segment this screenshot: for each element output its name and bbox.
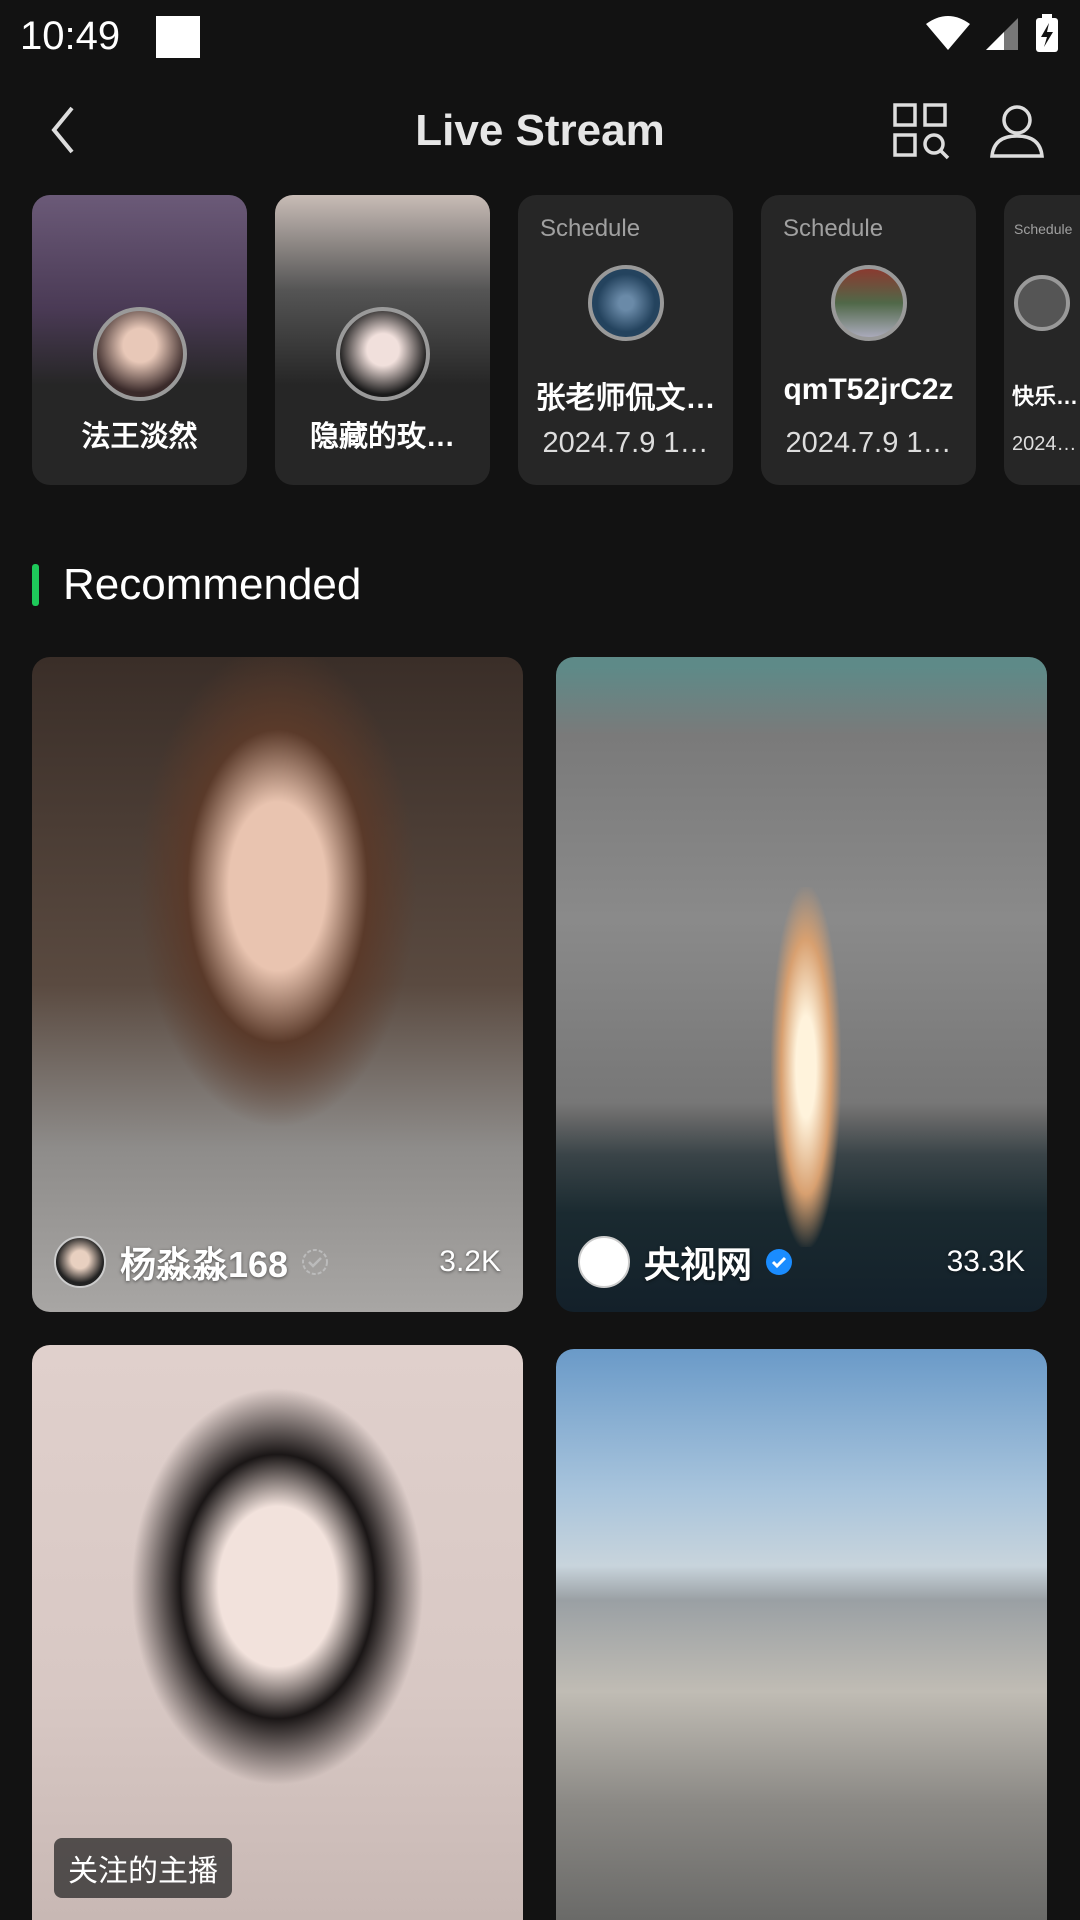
streamer-name: 法王淡然 [81,421,198,453]
schedule-name: 快乐… [1012,384,1079,409]
stream-tile[interactable]: 央视网 33.3K [556,657,1047,1312]
video-frame [771,887,841,1247]
schedule-date: 2024.7.9 1… [542,427,709,459]
cctv-logo [578,1236,630,1288]
live-card[interactable]: 隐藏的玫… [275,195,490,485]
wifi-icon [926,16,970,50]
streamer-name: 杨淼淼168 [120,1244,289,1285]
avatar [587,265,664,341]
streamer-name: 隐藏的玫… [309,421,455,453]
status-bar: 10:49 [0,0,1080,72]
section-title: Recommended [63,560,362,609]
schedule-label: Schedule [783,215,884,242]
avatar [1014,275,1070,331]
viewer-count: 33.3K [946,1245,1025,1278]
avatar [830,265,907,341]
battery-charging-icon [1036,14,1058,52]
stream-tile[interactable] [556,1349,1047,1920]
schedule-card[interactable]: Schedule 快乐… 2024… [1004,195,1080,485]
followed-label: 关注的主播 [54,1838,232,1898]
live-row: 法王淡然 隐藏的玫… Schedule 张老师侃文… 2024.7.9 1… S… [32,195,1080,485]
schedule-label: Schedule [1014,221,1073,237]
header: Live Stream [0,80,1080,180]
live-card[interactable]: 法王淡然 [32,195,247,485]
schedule-name: qmT52jrC2z [783,373,954,406]
schedule-card[interactable]: Schedule 张老师侃文… 2024.7.9 1… [518,195,733,485]
signal-icon [986,18,1018,50]
viewer-count: 3.2K [439,1245,501,1278]
user-profile-icon[interactable] [988,102,1046,160]
schedule-card[interactable]: Schedule qmT52jrC2z 2024.7.9 1… [761,195,976,485]
schedule-name: 张老师侃文… [535,382,716,415]
section-accent [32,564,39,606]
avatar [54,1236,106,1288]
scan-search-icon[interactable] [892,102,950,160]
section-header: Recommended [32,560,361,610]
streamer-name: 央视网 [644,1244,753,1285]
avatar [335,307,430,401]
schedule-date: 2024.7.9 1… [785,427,952,459]
verified-badge-icon [766,1249,793,1275]
stream-tile[interactable]: 关注的主播 [32,1345,523,1920]
schedule-date: 2024… [1012,433,1077,455]
unverified-badge-icon [302,1249,329,1275]
schedule-label: Schedule [540,215,641,242]
status-time: 10:49 [20,14,121,58]
avatar [92,307,187,401]
notification-icon [156,16,200,58]
stream-tile[interactable]: 杨淼淼168 3.2K [32,657,523,1312]
